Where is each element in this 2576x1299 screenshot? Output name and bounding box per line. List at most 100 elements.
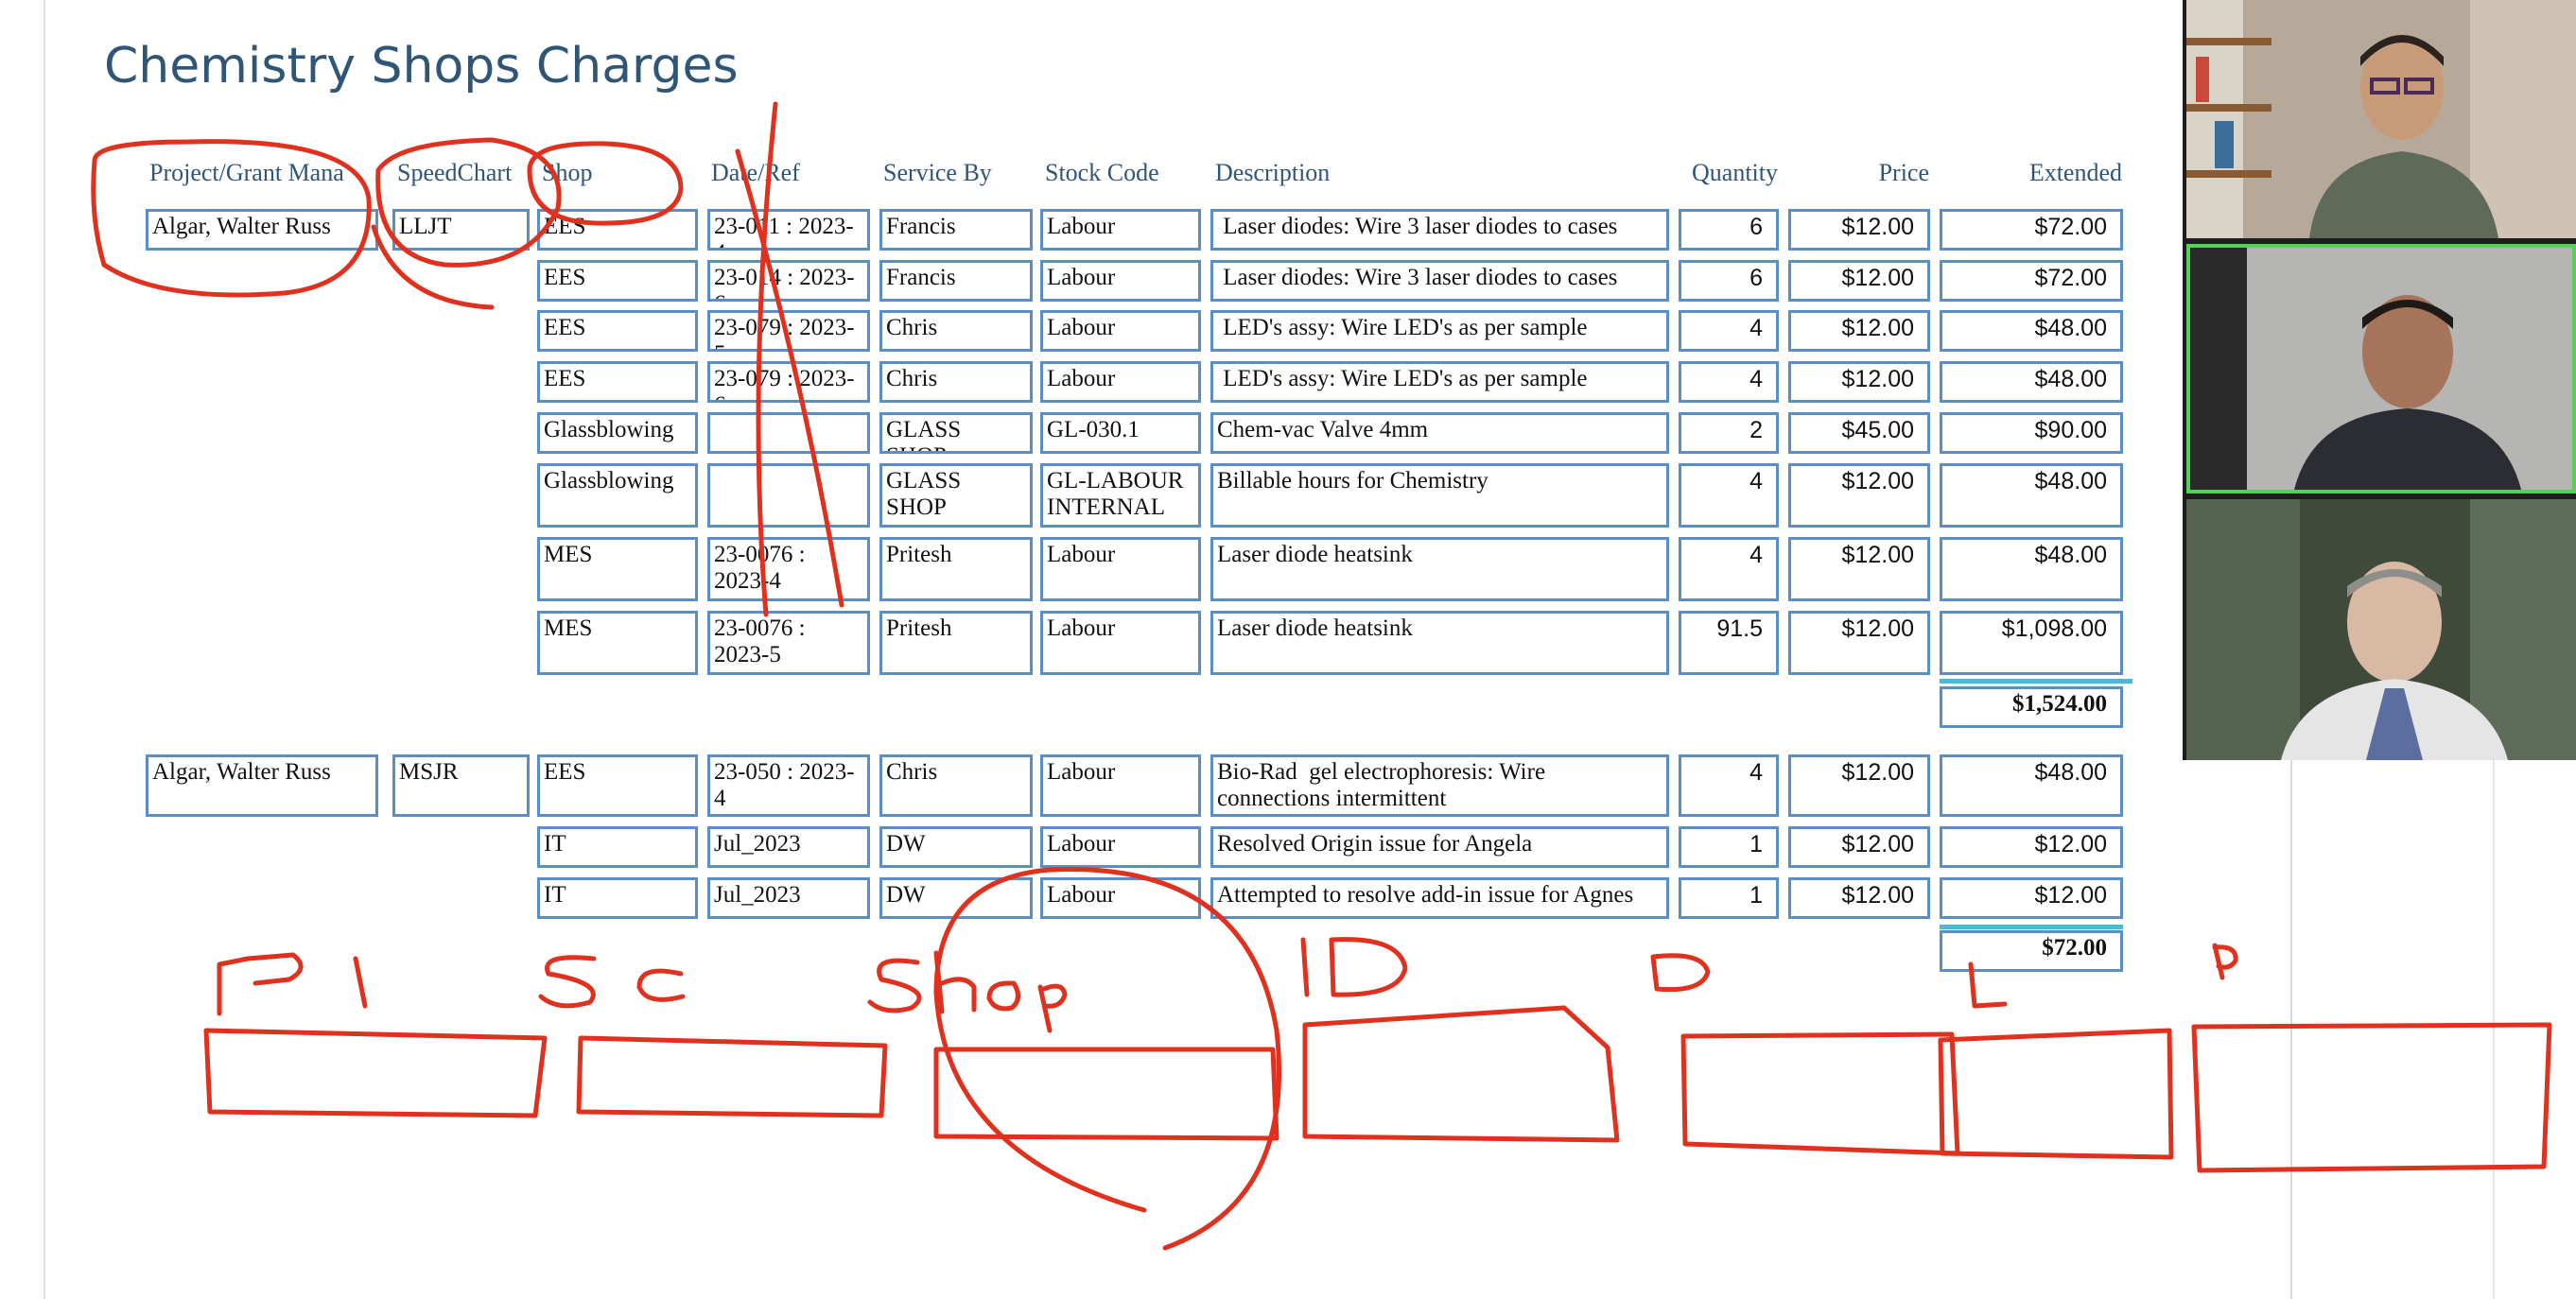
cell-description[interactable]: LED's assy: Wire LED's as per sample bbox=[1210, 361, 1669, 403]
cell-extended[interactable]: $48.00 bbox=[1940, 361, 2123, 403]
cell-stock-code[interactable]: GL-LABOUR INTERNAL bbox=[1040, 463, 1201, 528]
cell-quantity[interactable]: 91.5 bbox=[1679, 611, 1779, 675]
cell-price[interactable]: $12.00 bbox=[1788, 826, 1930, 868]
cell-description[interactable]: Laser diode heatsink bbox=[1210, 611, 1669, 675]
cell-service-by[interactable]: Chris bbox=[879, 310, 1033, 352]
cell-price[interactable]: $12.00 bbox=[1788, 209, 1930, 251]
cell-project-manager[interactable]: Algar, Walter Russ bbox=[146, 209, 378, 251]
cell-date-ref[interactable]: 23-014 : 2023-6 bbox=[707, 260, 870, 302]
cell-quantity[interactable]: 2 bbox=[1679, 412, 1779, 454]
cell-quantity[interactable]: 4 bbox=[1679, 537, 1779, 601]
cell-speedchart[interactable]: MSJR bbox=[392, 754, 530, 817]
cell-shop[interactable]: EES bbox=[537, 361, 698, 403]
cell-quantity[interactable]: 1 bbox=[1679, 877, 1779, 919]
cell-service-by[interactable]: Francis bbox=[879, 209, 1033, 251]
cell-service-by[interactable]: GLASS SHOP bbox=[879, 412, 1033, 454]
cell-date-ref[interactable]: 23-0076 : 2023-4 bbox=[707, 537, 870, 601]
cell-date-ref[interactable] bbox=[707, 412, 870, 454]
cell-quantity[interactable]: 4 bbox=[1679, 463, 1779, 528]
cell-date-ref[interactable]: Jul_2023 bbox=[707, 826, 870, 868]
cell-date-ref[interactable] bbox=[707, 463, 870, 528]
cell-description[interactable]: Billable hours for Chemistry bbox=[1210, 463, 1669, 528]
cell-shop[interactable]: EES bbox=[537, 260, 698, 302]
cell-stock-code[interactable]: Labour bbox=[1040, 209, 1201, 251]
cell-stock-code[interactable]: Labour bbox=[1040, 361, 1201, 403]
cell-description[interactable]: Laser diode heatsink bbox=[1210, 537, 1669, 601]
cell-description[interactable]: LED's assy: Wire LED's as per sample bbox=[1210, 310, 1669, 352]
cell-price[interactable]: $12.00 bbox=[1788, 361, 1930, 403]
cell-price[interactable]: $12.00 bbox=[1788, 260, 1930, 302]
cell-extended[interactable]: $48.00 bbox=[1940, 754, 2123, 817]
cell-price[interactable]: $12.00 bbox=[1788, 754, 1930, 817]
cell-service-by[interactable]: Francis bbox=[879, 260, 1033, 302]
cell-speedchart[interactable]: LLJT bbox=[392, 209, 530, 251]
participant-tile-3[interactable] bbox=[2186, 499, 2576, 760]
cell-stock-code[interactable]: Labour bbox=[1040, 310, 1201, 352]
cell-extended[interactable]: $12.00 bbox=[1940, 877, 2123, 919]
participant-tile-2-active[interactable] bbox=[2186, 244, 2576, 494]
cell-extended[interactable]: $90.00 bbox=[1940, 412, 2123, 454]
cell-quantity[interactable]: 4 bbox=[1679, 361, 1779, 403]
cell-stock-code[interactable]: Labour bbox=[1040, 877, 1201, 919]
cell-date-ref[interactable]: 23-079 : 2023-6 bbox=[707, 361, 870, 403]
cell-service-by[interactable]: Chris bbox=[879, 754, 1033, 817]
cell-quantity[interactable]: 4 bbox=[1679, 754, 1779, 817]
cell-price[interactable]: $12.00 bbox=[1788, 611, 1930, 675]
cell-shop[interactable]: EES bbox=[537, 754, 698, 817]
cell-quantity[interactable]: 4 bbox=[1679, 310, 1779, 352]
cell-quantity[interactable]: 6 bbox=[1679, 209, 1779, 251]
cell-extended[interactable]: $48.00 bbox=[1940, 463, 2123, 528]
cell-subtotal[interactable]: $1,524.00 bbox=[1940, 686, 2123, 728]
cell-extended[interactable]: $72.00 bbox=[1940, 209, 2123, 251]
cell-service-by[interactable]: Chris bbox=[879, 361, 1033, 403]
cell-description[interactable]: Attempted to resolve add-in issue for Ag… bbox=[1210, 877, 1669, 919]
cell-shop[interactable]: IT bbox=[537, 826, 698, 868]
cell-quantity[interactable]: 6 bbox=[1679, 260, 1779, 302]
cell-description[interactable]: Bio-Rad gel electrophoresis: Wire connec… bbox=[1210, 754, 1669, 817]
cell-subtotal[interactable]: $72.00 bbox=[1940, 930, 2123, 972]
cell-shop[interactable]: MES bbox=[537, 537, 698, 601]
cell-price[interactable]: $12.00 bbox=[1788, 463, 1930, 528]
participant-video-2 bbox=[2190, 248, 2572, 490]
cell-price[interactable]: $45.00 bbox=[1788, 412, 1930, 454]
cell-shop[interactable]: MES bbox=[537, 611, 698, 675]
cell-service-by[interactable]: Pritesh bbox=[879, 537, 1033, 601]
cell-date-ref[interactable]: 23-011 : 2023-4 bbox=[707, 209, 870, 251]
cell-extended[interactable]: $72.00 bbox=[1940, 260, 2123, 302]
cell-service-by[interactable]: DW bbox=[879, 877, 1033, 919]
cell-description[interactable]: Laser diodes: Wire 3 laser diodes to cas… bbox=[1210, 209, 1669, 251]
cell-service-by[interactable]: Pritesh bbox=[879, 611, 1033, 675]
cell-service-by[interactable]: DW bbox=[879, 826, 1033, 868]
cell-date-ref[interactable]: Jul_2023 bbox=[707, 877, 870, 919]
cell-date-ref[interactable]: 23-079 : 2023-5 bbox=[707, 310, 870, 352]
cell-extended[interactable]: $48.00 bbox=[1940, 310, 2123, 352]
cell-date-ref[interactable]: 23-0076 : 2023-5 bbox=[707, 611, 870, 675]
cell-shop[interactable]: EES bbox=[537, 209, 698, 251]
cell-project-manager[interactable]: Algar, Walter Russ bbox=[146, 754, 378, 817]
cell-description[interactable]: Resolved Origin issue for Angela bbox=[1210, 826, 1669, 868]
cell-stock-code[interactable]: Labour bbox=[1040, 611, 1201, 675]
cell-stock-code[interactable]: Labour bbox=[1040, 260, 1201, 302]
cell-stock-code[interactable]: Labour bbox=[1040, 826, 1201, 868]
cell-quantity[interactable]: 1 bbox=[1679, 826, 1779, 868]
cell-price[interactable]: $12.00 bbox=[1788, 537, 1930, 601]
participant-tile-1[interactable] bbox=[2186, 0, 2576, 238]
cell-shop[interactable]: Glassblowing bbox=[537, 412, 698, 454]
cell-shop[interactable]: EES bbox=[537, 310, 698, 352]
cell-shop[interactable]: IT bbox=[537, 877, 698, 919]
cell-price[interactable]: $12.00 bbox=[1788, 310, 1930, 352]
cell-description[interactable]: Chem-vac Valve 4mm bbox=[1210, 412, 1669, 454]
cell-extended[interactable]: $48.00 bbox=[1940, 537, 2123, 601]
col-header-date-ref: Date/Ref bbox=[711, 159, 800, 186]
cell-date-ref[interactable]: 23-050 : 2023-4 bbox=[707, 754, 870, 817]
cell-service-by[interactable]: GLASS SHOP bbox=[879, 463, 1033, 528]
report-title: Chemistry Shops Charges bbox=[104, 38, 739, 95]
cell-price[interactable]: $12.00 bbox=[1788, 877, 1930, 919]
cell-stock-code[interactable]: Labour bbox=[1040, 754, 1201, 817]
cell-stock-code[interactable]: Labour bbox=[1040, 537, 1201, 601]
cell-extended[interactable]: $12.00 bbox=[1940, 826, 2123, 868]
cell-shop[interactable]: Glassblowing bbox=[537, 463, 698, 528]
cell-description[interactable]: Laser diodes: Wire 3 laser diodes to cas… bbox=[1210, 260, 1669, 302]
cell-stock-code[interactable]: GL-030.1 bbox=[1040, 412, 1201, 454]
cell-extended[interactable]: $1,098.00 bbox=[1940, 611, 2123, 675]
